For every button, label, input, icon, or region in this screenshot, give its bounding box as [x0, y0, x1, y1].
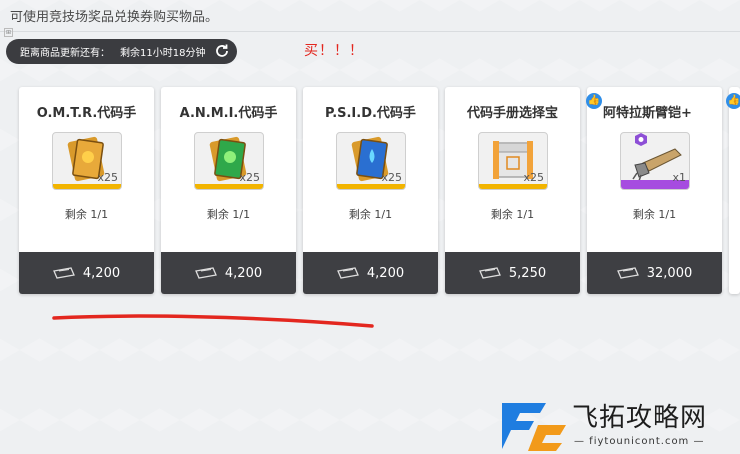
item-name: 代码手册选择宝 [466, 106, 558, 121]
item-name: O.M.T.R.代码手 [36, 106, 137, 121]
ticket-icon [616, 267, 639, 279]
rarity-bar [195, 184, 263, 189]
shop-item-card[interactable]: O.M.T.R.代码手 x25 剩余 1/1 4,200 [19, 87, 154, 294]
item-thumbnail: x25 [336, 132, 406, 190]
rarity-bar [479, 184, 547, 189]
item-name: 阿特拉斯臂铠+ [603, 106, 692, 121]
refresh-label: 距离商品更新还有： [20, 48, 110, 59]
price-bar[interactable]: 32,000 [587, 252, 722, 294]
item-quantity: x1 [672, 171, 686, 184]
shop-item-card-partial[interactable] [729, 87, 740, 294]
item-remaining: 剩余 1/1 [64, 208, 109, 221]
shop-item-card[interactable]: P.S.I.D.代码手 x25 剩余 1/1 4,200 [303, 87, 438, 294]
price-bar[interactable]: 5,250 [445, 252, 580, 294]
collapse-icon: ⊞ [4, 28, 13, 37]
recommend-thumb-icon: 👍 [586, 93, 602, 109]
item-remaining: 剩余 1/1 [206, 208, 251, 221]
ticket-icon [336, 267, 359, 279]
price-bar[interactable]: 4,200 [161, 252, 296, 294]
ticket-icon [52, 267, 75, 279]
item-thumbnail: x25 [52, 132, 122, 190]
item-price: 4,200 [82, 265, 121, 281]
item-name: P.S.I.D.代码手 [325, 106, 416, 121]
shop-hint-text: 可使用竞技场奖品兑换券购买物品。 [10, 10, 219, 25]
shop-item-card[interactable]: A.N.M.I.代码手 x25 剩余 1/1 4,200 [161, 87, 296, 294]
recommend-thumb-icon: 👍 [726, 93, 740, 109]
refresh-timer-pill: 距离商品更新还有： 剩余11小时18分钟 [6, 39, 237, 64]
price-bar[interactable]: 4,200 [303, 252, 438, 294]
item-remaining: 剩余 1/1 [632, 208, 677, 221]
refresh-icon[interactable] [214, 43, 230, 59]
item-quantity: x25 [381, 171, 402, 184]
item-thumbnail: x1 [620, 132, 690, 190]
item-price: 5,250 [508, 265, 547, 281]
header-divider [0, 31, 740, 32]
rarity-bar [337, 184, 405, 189]
item-thumbnail: x25 [194, 132, 264, 190]
item-thumbnail: x25 [478, 132, 548, 190]
item-name: A.N.M.I.代码手 [179, 106, 278, 121]
shop-item-card[interactable]: 阿特拉斯臂铠+ x1 剩余 1/1 32,000 [587, 87, 722, 294]
ticket-icon [478, 267, 501, 279]
rarity-bar [53, 184, 121, 189]
watermark-title: 飞拓攻略网 [572, 403, 708, 433]
annotation-text: 买！！！ [304, 43, 364, 59]
item-price: 32,000 [646, 265, 693, 281]
item-remaining: 剩余 1/1 [490, 208, 535, 221]
item-quantity: x25 [97, 171, 118, 184]
price-bar[interactable]: 4,200 [19, 252, 154, 294]
item-quantity: x25 [523, 171, 544, 184]
watermark-url: — fiytounicont.com — [574, 436, 705, 447]
red-underline-annotation [52, 314, 374, 328]
item-remaining: 剩余 1/1 [348, 208, 393, 221]
shop-item-card[interactable]: 代码手册选择宝 x25 剩余 1/1 5,250 [445, 87, 580, 294]
ticket-icon [194, 267, 217, 279]
item-quantity: x25 [239, 171, 260, 184]
item-price: 4,200 [224, 265, 263, 281]
refresh-timer: 剩余11小时18分钟 [120, 48, 206, 59]
item-price: 4,200 [366, 265, 405, 281]
